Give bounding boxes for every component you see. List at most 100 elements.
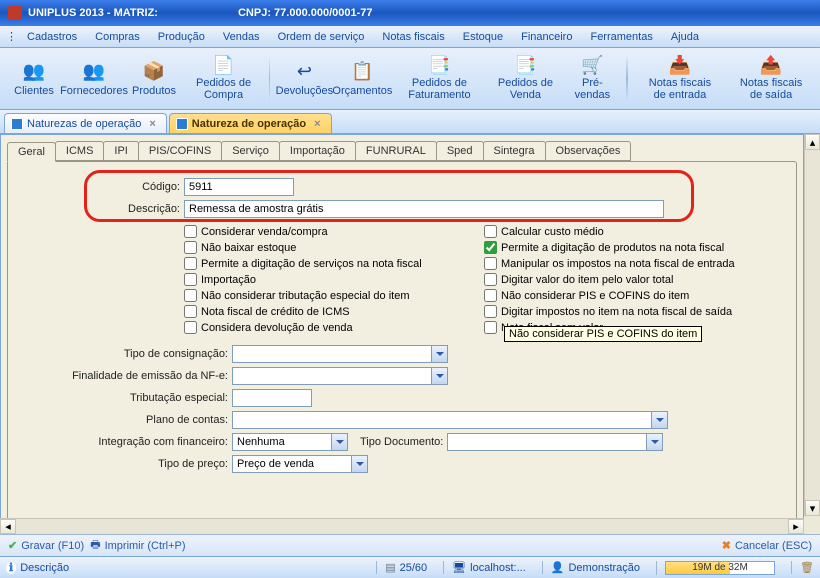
chk-valor-total[interactable]: [484, 273, 497, 286]
chk-nf-credito-icms[interactable]: [184, 305, 197, 318]
tb-pedidos-venda[interactable]: 📑Pedidos de Venda: [488, 52, 562, 105]
horizontal-scrollbar[interactable]: ◂▸: [0, 518, 804, 534]
descricao-input[interactable]: [184, 200, 664, 218]
return-icon: ↩: [292, 59, 316, 83]
tb-orcamentos[interactable]: 📋Orçamentos: [334, 52, 390, 105]
scroll-left-icon[interactable]: ◂: [0, 519, 16, 534]
chk-importacao[interactable]: [184, 273, 197, 286]
menu-ferramentas[interactable]: Ferramentas: [582, 28, 660, 46]
dropdown-icon[interactable]: [352, 455, 368, 473]
status-position: 25/60: [400, 562, 428, 574]
tb-devolucoes[interactable]: ↩Devoluções: [276, 52, 332, 105]
tab-piscofins[interactable]: PIS/COFINS: [138, 141, 222, 161]
chk-considerar-venda[interactable]: [184, 225, 197, 238]
tab-sped[interactable]: Sped: [436, 141, 484, 161]
chk-nao-trib-especial[interactable]: [184, 289, 197, 302]
tab-natureza-form[interactable]: Natureza de operação ×: [169, 113, 332, 133]
tab-ipi[interactable]: IPI: [103, 141, 138, 161]
printer-icon: [90, 536, 100, 555]
scroll-down-icon[interactable]: ▾: [805, 500, 820, 516]
chk-impostos-saida[interactable]: [484, 305, 497, 318]
status-desc: Descrição: [20, 562, 69, 574]
menu-estoque[interactable]: Estoque: [455, 28, 511, 46]
tb-nf-entrada[interactable]: 📥Notas fiscais de entrada: [634, 52, 727, 105]
cancel-icon: [722, 539, 731, 552]
finalidade-select[interactable]: [232, 367, 432, 385]
chk-nf-sem-valor[interactable]: [484, 321, 497, 334]
plano-contas-select[interactable]: [232, 411, 652, 429]
dropdown-icon[interactable]: [647, 433, 663, 451]
tb-fornecedores[interactable]: 👥Fornecedores: [64, 52, 124, 105]
dropdown-icon[interactable]: [652, 411, 668, 429]
menu-notas-fiscais[interactable]: Notas fiscais: [374, 28, 452, 46]
cancel-button[interactable]: Cancelar (ESC): [722, 539, 812, 552]
invoice-in-icon: 📥: [668, 56, 692, 76]
close-icon[interactable]: ×: [149, 118, 155, 130]
menu-compras[interactable]: Compras: [87, 28, 148, 46]
tb-pre-vendas[interactable]: 🛒Pré-vendas: [564, 52, 620, 105]
scroll-right-icon[interactable]: ▸: [788, 519, 804, 534]
people-icon: 👥: [22, 59, 46, 83]
dropdown-icon[interactable]: [432, 345, 448, 363]
tab-naturezas-list[interactable]: Naturezas de operação ×: [4, 113, 167, 133]
chk-manipular-impostos[interactable]: [484, 257, 497, 270]
tb-pedidos-faturamento[interactable]: 📑Pedidos de Faturamento: [392, 52, 486, 105]
tab-importacao[interactable]: Importação: [279, 141, 356, 161]
chk-nao-piscofins[interactable]: [484, 289, 497, 302]
database-icon: [385, 561, 395, 574]
codigo-input[interactable]: [184, 178, 294, 196]
tb-nf-saida[interactable]: 📤Notas fiscais de saída: [728, 52, 814, 105]
toolbar-separator: [269, 56, 270, 101]
dropdown-icon[interactable]: [432, 367, 448, 385]
close-icon[interactable]: ×: [314, 118, 320, 130]
menu-cadastros[interactable]: Cadastros: [19, 28, 85, 46]
tab-sintegra[interactable]: Sintegra: [483, 141, 546, 161]
tipo-consignacao-select[interactable]: [232, 345, 432, 363]
chk-nao-baixar-estoque[interactable]: [184, 241, 197, 254]
tab-servico[interactable]: Serviço: [221, 141, 280, 161]
tab-icon: [176, 118, 188, 130]
menu-ajuda[interactable]: Ajuda: [663, 28, 707, 46]
tab-icms[interactable]: ICMS: [55, 141, 105, 161]
memory-bar: 19M de 32M: [665, 561, 775, 575]
quote-icon: 📋: [350, 59, 374, 83]
tipo-doc-select[interactable]: [447, 433, 647, 451]
save-button[interactable]: Gravar (F10): [8, 539, 84, 552]
finalidade-label: Finalidade de emissão da NF-e:: [40, 370, 228, 382]
supplier-icon: 👥: [82, 59, 106, 83]
chk-permite-produtos[interactable]: [484, 241, 497, 254]
menu-financeiro[interactable]: Financeiro: [513, 28, 580, 46]
menu-ordem-servico[interactable]: Ordem de serviço: [270, 28, 373, 46]
tab-funrural[interactable]: FUNRURAL: [355, 141, 437, 161]
content-panel: Geral ICMS IPI PIS/COFINS Serviço Import…: [0, 134, 804, 534]
tipo-preco-label: Tipo de preço:: [40, 458, 228, 470]
server-icon: [452, 561, 466, 574]
chk-permite-servicos[interactable]: [184, 257, 197, 270]
check-icon: [8, 539, 17, 552]
scroll-up-icon[interactable]: ▴: [805, 134, 820, 150]
toolbar: 👥Clientes 👥Fornecedores 📦Produtos 📄Pedid…: [0, 48, 820, 110]
chk-custo-medio[interactable]: [484, 225, 497, 238]
inner-tabs: Geral ICMS IPI PIS/COFINS Serviço Import…: [1, 135, 803, 161]
document-tabs: Naturezas de operação × Natureza de oper…: [0, 110, 820, 134]
tipo-preco-select[interactable]: [232, 455, 352, 473]
tab-geral[interactable]: Geral: [7, 142, 56, 162]
invoice-out-icon: 📤: [759, 56, 783, 76]
tributacao-input[interactable]: [232, 389, 312, 407]
tb-pedidos-compra[interactable]: 📄Pedidos de Compra: [184, 52, 263, 105]
chk-devolucao-venda[interactable]: [184, 321, 197, 334]
menu-producao[interactable]: Produção: [150, 28, 213, 46]
sale-order-icon: 📑: [513, 56, 537, 76]
tb-produtos[interactable]: 📦Produtos: [126, 52, 182, 105]
dropdown-icon[interactable]: [332, 433, 348, 451]
trash-icon[interactable]: [800, 561, 814, 574]
tab-observacoes[interactable]: Observações: [545, 141, 632, 161]
cnpj-label: CNPJ: 77.000.000/0001-77: [238, 7, 373, 19]
descricao-label: Descrição:: [40, 203, 180, 215]
menu-vendas[interactable]: Vendas: [215, 28, 268, 46]
integracao-select[interactable]: [232, 433, 332, 451]
tb-clientes[interactable]: 👥Clientes: [6, 52, 62, 105]
status-user: Demonstração: [568, 562, 640, 574]
vertical-scrollbar[interactable]: ▴▾: [804, 134, 820, 516]
print-button[interactable]: Imprimir (Ctrl+P): [90, 536, 185, 555]
